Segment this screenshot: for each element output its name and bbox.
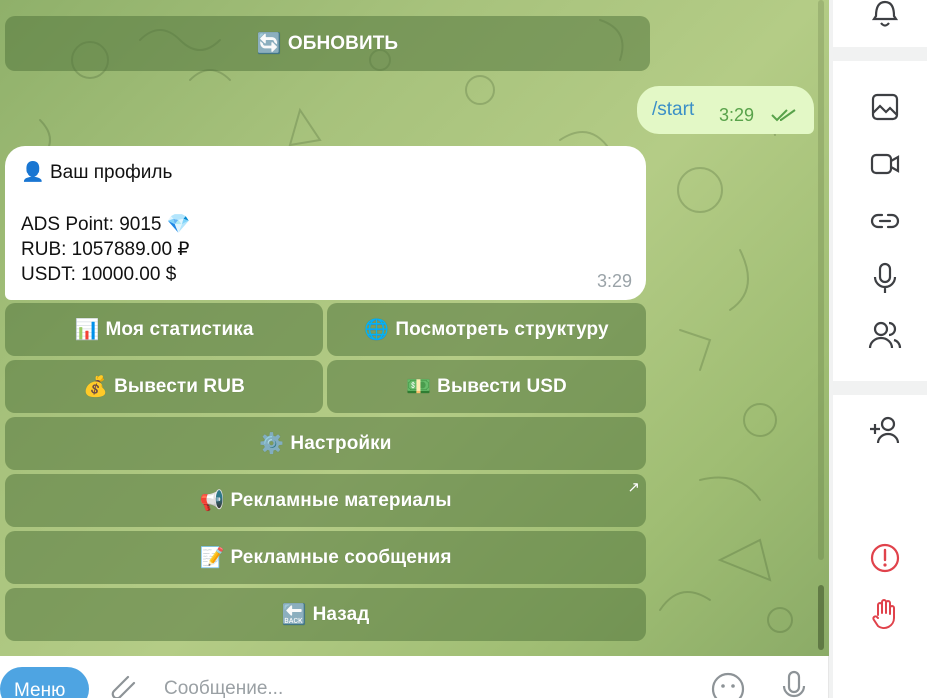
right-sidebar xyxy=(829,0,927,698)
outgoing-message[interactable]: /start 3:29 xyxy=(637,86,814,134)
outgoing-message-time: 3:29 xyxy=(719,105,755,125)
refresh-icon: 🔄 xyxy=(256,33,282,55)
video-icon[interactable] xyxy=(868,147,902,181)
user-icon: 👤 xyxy=(21,162,45,183)
ads-point-line: ADS Point: 9015 💎 xyxy=(21,214,191,235)
megaphone-icon: 📢 xyxy=(199,490,225,512)
sidebar-section-media xyxy=(833,61,927,381)
link-icon[interactable] xyxy=(868,204,902,238)
image-icon[interactable] xyxy=(868,90,902,124)
voice-icon[interactable] xyxy=(868,261,902,295)
settings-button[interactable]: ⚙️ Настройки xyxy=(5,417,646,470)
ad-messages-button[interactable]: 📝 Рекламные сообщения xyxy=(5,531,646,584)
money-bag-icon: 💰 xyxy=(83,376,109,398)
add-user-icon[interactable] xyxy=(868,413,902,447)
chat-scrollbar[interactable] xyxy=(817,0,825,656)
ad-materials-button[interactable]: 📢 Рекламные материалы ↗ xyxy=(5,474,646,527)
view-structure-button[interactable]: 🌐 Посмотреть структуру xyxy=(327,303,646,356)
chart-icon: 📊 xyxy=(74,319,100,341)
sidebar-section-actions xyxy=(833,395,927,698)
rub-balance-line: RUB: 1057889.00 ₽ xyxy=(21,239,190,260)
profile-message-time: 3:29 xyxy=(596,271,632,291)
message-input[interactable]: Сообщение... xyxy=(164,678,283,698)
usdt-balance-line: USDT: 10000.00 $ xyxy=(21,264,177,285)
double-check-icon xyxy=(771,109,796,122)
refresh-button-label: ОБНОВИТЬ xyxy=(287,32,399,54)
profile-message[interactable]: 👤 Ваш профиль ADS Point: 9015 💎 RUB: 105… xyxy=(5,146,646,300)
scrollbar-thumb[interactable] xyxy=(818,585,824,650)
memo-icon: 📝 xyxy=(199,547,225,569)
sidebar-section-top xyxy=(833,0,927,47)
back-arrow-icon: 🔙 xyxy=(281,604,307,626)
members-icon[interactable] xyxy=(868,318,902,352)
menu-button[interactable]: Меню xyxy=(0,667,89,698)
back-button[interactable]: 🔙 Назад xyxy=(5,588,646,641)
diamond-icon: 💎 xyxy=(166,214,191,235)
my-statistics-button[interactable]: 📊 Моя статистика xyxy=(5,303,323,356)
block-hand-icon[interactable] xyxy=(868,597,902,631)
gear-icon: ⚙️ xyxy=(259,433,285,455)
profile-title: 👤 Ваш профиль xyxy=(21,162,173,183)
external-link-icon: ↗ xyxy=(627,479,640,496)
refresh-button[interactable]: 🔄 ОБНОВИТЬ xyxy=(5,16,650,71)
emoji-icon[interactable] xyxy=(711,672,745,698)
scrollbar-track xyxy=(818,0,824,560)
outgoing-message-text[interactable]: /start xyxy=(652,99,694,121)
withdraw-usd-button[interactable]: 💵 Вывести USD xyxy=(327,360,646,413)
bell-icon[interactable] xyxy=(868,0,902,34)
report-icon[interactable] xyxy=(868,541,902,575)
chat-area: 🔄 ОБНОВИТЬ /start 3:29 👤 Ваш профиль ADS… xyxy=(0,0,829,656)
message-input-bar: Меню Сообщение... xyxy=(0,656,829,698)
dollar-banknote-icon: 💵 xyxy=(406,376,432,398)
paperclip-icon[interactable] xyxy=(106,673,138,698)
withdraw-rub-button[interactable]: 💰 Вывести RUB xyxy=(5,360,323,413)
globe-icon: 🌐 xyxy=(364,319,390,341)
microphone-icon[interactable] xyxy=(781,670,807,698)
